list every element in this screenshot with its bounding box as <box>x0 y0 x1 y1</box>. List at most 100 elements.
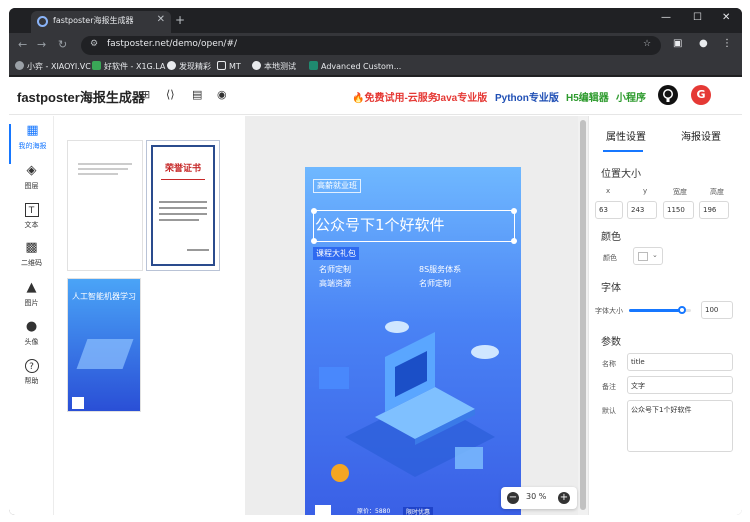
header-link[interactable]: 🔥免费试用-云服务 <box>352 89 438 104</box>
selection-box[interactable]: 公众号下1个好软件 <box>311 208 517 244</box>
back-icon[interactable]: ← <box>18 38 27 51</box>
avatar-icon: ● <box>25 319 38 334</box>
poster-cta[interactable]: 限时优惠 <box>403 507 434 515</box>
app-header: fastposter海报生成器 ⊞ ⟨⟩ ▤ ◉ 🔥免费试用-云服务 Java专… <box>9 77 742 115</box>
new-poster-icon[interactable]: ⊞ <box>141 88 150 101</box>
bookmark-item[interactable]: 小弈 - XIAOYI.VC <box>15 61 91 72</box>
font-size-input[interactable]: 100 <box>701 301 733 319</box>
header-link[interactable]: 小程序 <box>616 89 646 104</box>
bookmark-icon <box>15 61 24 70</box>
zoom-control: − 30 % + <box>501 487 577 509</box>
site-info-icon[interactable]: ⚙ <box>90 39 98 49</box>
image-icon: ▲ <box>26 280 37 295</box>
sidebar-item-avatar[interactable]: ● 头像 <box>9 320 54 360</box>
poster-feature[interactable]: 名师定制 <box>419 278 451 289</box>
sidebar-item-label: 二维码 <box>21 259 42 267</box>
browser-tab[interactable]: fastposter海报生成器 ✕ <box>31 11 171 33</box>
minimize-icon[interactable]: — <box>661 12 671 23</box>
poster-canvas[interactable]: 高薪就业班 公众号下1个好软件 课程大礼包 名师定制 8S服务体系 高端资源 名… <box>305 167 521 515</box>
color-picker[interactable]: ⌄ <box>633 247 663 265</box>
extensions-icon[interactable]: ▣ <box>673 38 682 49</box>
browser-window: fastposter海报生成器 ✕ + — ☐ ✕ ← → ↻ ⚙ fastpo… <box>9 8 742 515</box>
template-text-line <box>161 179 205 180</box>
canvas-scrollbar[interactable] <box>578 116 588 515</box>
poster-feature[interactable]: 名师定制 <box>319 264 351 275</box>
laptop-illustration <box>319 321 499 482</box>
poster-price-label[interactable]: 原价：5880 <box>357 506 390 515</box>
template-certificate[interactable]: 荣誉证书 <box>146 140 220 271</box>
tab-properties[interactable]: 属性设置 <box>606 128 646 143</box>
sidebar-item-layers[interactable]: ◈ 图层 <box>9 164 54 204</box>
sidebar-item-my-posters[interactable]: ▦ 我的海报 <box>9 124 54 164</box>
gitee-icon[interactable]: G <box>691 85 711 105</box>
qrcode-icon: ▩ <box>25 240 38 255</box>
app-title: fastposter海报生成器 <box>17 90 145 105</box>
label-name: 名称 <box>602 360 616 368</box>
poster-gift[interactable]: 课程大礼包 <box>313 247 359 260</box>
github-icon[interactable] <box>658 85 678 105</box>
note-input[interactable]: 文字 <box>627 376 733 394</box>
bookmark-item[interactable]: 发现精彩 <box>167 61 211 72</box>
bookmark-star-icon[interactable]: ☆ <box>643 39 651 49</box>
sidebar-item-label: 图层 <box>24 182 39 190</box>
template-text-line <box>159 207 207 209</box>
name-input[interactable]: title <box>627 353 733 371</box>
qrcode-thumb <box>72 397 84 409</box>
bookmark-item[interactable]: 好软件 - X1G.LA <box>92 61 165 72</box>
poster-feature[interactable]: 8S服务体系 <box>419 264 461 275</box>
reload-icon[interactable]: ↻ <box>58 38 67 51</box>
header-link[interactable]: Java专业版 <box>435 89 487 104</box>
sidebar-item-image[interactable]: ▲ 图片 <box>9 281 54 321</box>
forward-icon[interactable]: → <box>37 38 46 51</box>
code-icon[interactable]: ⟨⟩ <box>166 88 175 101</box>
template-text-line <box>78 173 118 175</box>
zoom-level: 30 % <box>526 492 547 501</box>
y-input[interactable]: 243 <box>627 201 657 219</box>
resize-handle[interactable] <box>311 238 317 244</box>
resize-handle[interactable] <box>311 208 317 214</box>
template-ai-course[interactable]: 人工智能机器学习 <box>67 278 141 412</box>
bookmarks-bar: 小弈 - XIAOYI.VC 好软件 - X1G.LA 发现精彩 MT 本地测试… <box>9 58 742 76</box>
header-link[interactable]: H5编辑器 <box>566 89 609 104</box>
tab-close-icon[interactable]: ✕ <box>157 14 165 25</box>
canvas-area: 高薪就业班 公众号下1个好软件 课程大礼包 名师定制 8S服务体系 高端资源 名… <box>245 116 578 515</box>
bookmark-item[interactable]: 本地测试 <box>252 61 296 72</box>
laptop-illustration <box>76 339 134 369</box>
template-list: 荣誉证书 人工智能机器学习 <box>55 116 245 515</box>
maximize-icon[interactable]: ☐ <box>693 12 702 23</box>
properties-panel: 属性设置 海报设置 位置大小 x y 宽度 高度 63 243 1150 196… <box>588 116 742 515</box>
new-tab-icon[interactable]: + <box>175 13 185 27</box>
font-size-slider[interactable] <box>629 306 691 314</box>
default-textarea[interactable]: 公众号下1个好软件 <box>627 400 733 452</box>
chevron-down-icon: ⌄ <box>652 251 658 259</box>
template-blank[interactable] <box>67 140 143 271</box>
poster-feature[interactable]: 高端资源 <box>319 278 351 289</box>
height-input[interactable]: 196 <box>699 201 729 219</box>
save-icon[interactable]: ▤ <box>192 88 202 101</box>
poster-headline[interactable]: 公众号下1个好软件 <box>315 214 445 235</box>
sidebar-item-qrcode[interactable]: ▩ 二维码 <box>9 241 54 281</box>
address-bar[interactable]: ⚙ fastposter.net/demo/open/#/ ☆ <box>81 36 661 55</box>
scroll-thumb[interactable] <box>580 120 586 510</box>
section-params: 参数 <box>601 337 621 348</box>
poster-badge[interactable]: 高薪就业班 <box>313 179 361 193</box>
resize-handle[interactable] <box>511 238 517 244</box>
x-input[interactable]: 63 <box>595 201 623 219</box>
close-window-icon[interactable]: ✕ <box>722 12 730 23</box>
sidebar-item-help[interactable]: ? 帮助 <box>9 359 54 399</box>
zoom-out-button[interactable]: − <box>507 492 519 504</box>
preview-eye-icon[interactable]: ◉ <box>217 88 227 101</box>
menu-icon[interactable]: ⋮ <box>722 38 732 49</box>
slider-handle[interactable] <box>677 306 686 314</box>
sidebar-item-text[interactable]: T 文本 <box>9 203 54 243</box>
tab-poster-settings[interactable]: 海报设置 <box>681 128 721 143</box>
bookmark-folder[interactable]: MT <box>217 61 241 71</box>
zoom-in-button[interactable]: + <box>558 492 570 504</box>
poster-qrcode[interactable] <box>315 505 331 515</box>
bookmark-item[interactable]: Advanced Custom... <box>309 61 401 71</box>
header-link[interactable]: Python专业版 <box>495 89 559 104</box>
template-text-line <box>187 249 209 251</box>
profile-icon[interactable]: ● <box>699 38 708 49</box>
resize-handle[interactable] <box>511 208 517 214</box>
width-input[interactable]: 1150 <box>663 201 694 219</box>
